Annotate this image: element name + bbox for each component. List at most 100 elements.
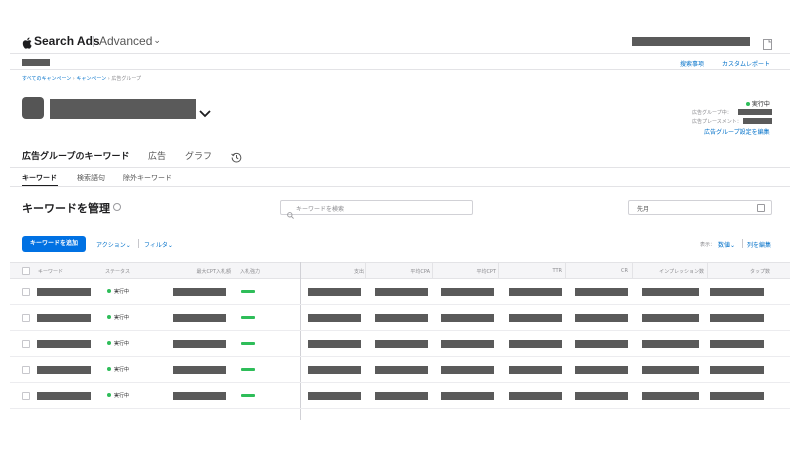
app-header: Search Ads Advanced⌄ [0,0,800,56]
taps-redacted [710,340,764,348]
calendar-icon [757,204,765,212]
column-header-cr[interactable]: CR [572,268,628,274]
max-cpt-bid-redacted [173,314,226,322]
add-keyword-button[interactable]: キーワードを追加 [22,236,86,252]
edit-columns-link[interactable]: 列を編集 [747,240,771,249]
actions-menu[interactable]: アクション⌄ [96,240,131,249]
tab-ads[interactable]: 広告 [148,149,166,162]
view-selector[interactable]: 数値⌄ [718,240,735,249]
ttr-redacted [509,314,562,322]
breadcrumb-separator: › [72,76,75,82]
cr-redacted [575,340,628,348]
tab-keywords[interactable]: キーワード [22,173,57,183]
row-checkbox[interactable] [22,366,30,374]
table-row[interactable]: 実行中 [10,305,790,331]
row-checkbox[interactable] [22,314,30,322]
keyword-redacted[interactable] [37,314,91,322]
adgroup-meta-label: 広告グループ中： [692,110,732,116]
adgroup-chevron-down-icon[interactable] [199,103,211,118]
status-running-icon [107,341,111,345]
chevron-down-icon: ⌄ [153,35,161,45]
column-header-bid-strength[interactable]: 入札強力 [240,268,260,275]
nav-link-custom-report[interactable]: カスタムレポート [722,59,770,68]
max-cpt-bid-redacted [173,288,226,296]
search-icon [287,204,294,219]
tab-search-terms[interactable]: 検索語句 [77,173,105,183]
select-all-checkbox[interactable] [22,267,30,275]
info-icon[interactable] [113,203,121,211]
toolbar-divider [138,239,139,248]
date-range-picker[interactable]: 先月 [628,200,772,215]
taps-redacted [710,314,764,322]
status-running-icon [107,367,111,371]
max-cpt-bid-redacted [173,392,226,400]
impressions-redacted [642,288,699,296]
avg-cpa-redacted [375,392,428,400]
avg-cpt-redacted [441,340,494,348]
table-row[interactable]: 実行中 [10,383,790,409]
status-running-icon [107,289,111,293]
breadcrumb-all-campaigns[interactable]: すべてのキャンペーン [22,76,71,82]
filter-menu[interactable]: フィルタ⌄ [144,240,173,249]
table-header-row: キーワード ステータス 最大CPT入札額 入札強力 支出 平均CPA 平均CPT… [10,262,790,279]
row-status: 実行中 [107,288,129,295]
ttr-redacted [509,288,562,296]
chevron-down-icon: ⌄ [730,242,736,249]
table-row[interactable]: 実行中 [10,357,790,383]
table-row[interactable]: 実行中 [10,279,790,305]
column-header-ttr[interactable]: TTR [506,268,563,274]
adgroup-meta-label: 広告プレースメント： [692,119,742,125]
column-header-taps[interactable]: タップ数 [710,268,770,275]
cr-redacted [575,288,628,296]
row-status: 実行中 [107,314,129,321]
ttr-redacted [509,340,562,348]
row-status-text: 実行中 [114,393,130,399]
row-checkbox[interactable] [22,340,30,348]
history-icon[interactable] [231,148,242,163]
tab-adgroup-keywords[interactable]: 広告グループのキーワード [22,149,129,162]
edit-adgroup-settings-link[interactable]: 広告グループ設定を編集 [704,127,770,136]
tier-label: Advanced [99,34,153,48]
impressions-redacted [642,366,699,374]
row-checkbox[interactable] [22,392,30,400]
column-header-avg-cpt[interactable]: 平均CPT [440,268,496,275]
tab-negative-keywords[interactable]: 除外キーワード [123,173,172,183]
column-header-spend[interactable]: 支出 [308,268,364,275]
secondary-tabs-divider [10,186,790,187]
spend-redacted [308,314,361,322]
brand-divider [93,36,94,47]
account-name-redacted[interactable] [632,37,750,46]
breadcrumb-campaign[interactable]: キャンペーン [76,76,106,82]
document-icon[interactable] [763,35,772,50]
avg-cpt-redacted [441,392,494,400]
search-placeholder: キーワードを検索 [296,206,345,213]
filter-label: フィルタ [144,242,168,249]
column-header-status[interactable]: ステータス [105,268,130,275]
avg-cpt-redacted [441,366,494,374]
adgroup-meta-value-redacted [743,118,772,124]
table-row[interactable]: 実行中 [10,331,790,357]
row-status-text: 実行中 [114,315,130,321]
tab-graph[interactable]: グラフ [185,149,212,162]
brand-name[interactable]: Search Ads [34,34,100,48]
adgroup-status: 実行中 [746,99,770,108]
column-header-impressions[interactable]: インプレッション数 [640,268,704,275]
view-prefix: 表示： [700,242,716,248]
row-checkbox[interactable] [22,288,30,296]
keyword-search-input[interactable]: キーワードを検索 [280,200,473,219]
spend-redacted [308,392,361,400]
keyword-redacted[interactable] [37,340,91,348]
taps-redacted [710,392,764,400]
column-header-avg-cpa[interactable]: 平均CPA [374,268,430,275]
keyword-redacted[interactable] [37,288,91,296]
org-name-redacted[interactable] [22,59,50,66]
column-header-max-cpt-bid[interactable]: 最大CPT入札額 [175,268,231,275]
nav-link-search-matters[interactable]: 搜索事项 [680,59,704,68]
keyword-redacted[interactable] [37,392,91,400]
spend-redacted [308,366,361,374]
taps-redacted [710,288,764,296]
tier-selector[interactable]: Advanced⌄ [99,34,161,48]
keyword-redacted[interactable] [37,366,91,374]
impressions-redacted [642,340,699,348]
column-header-keyword[interactable]: キーワード [38,268,63,275]
